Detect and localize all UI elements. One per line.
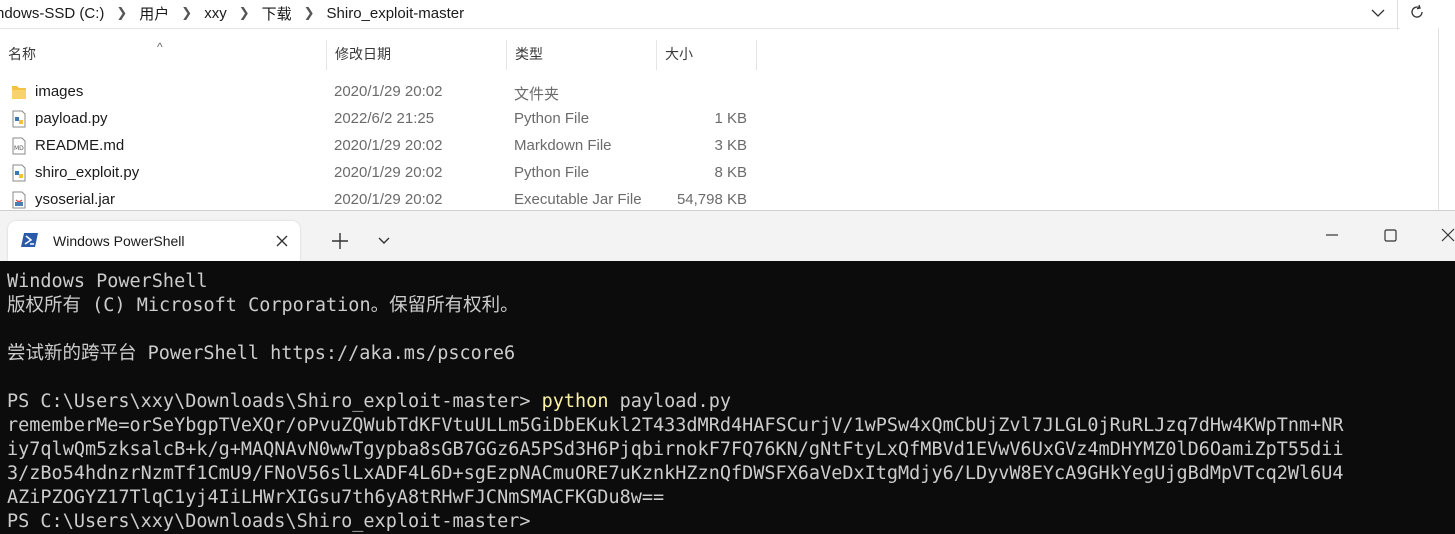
file-explorer: ndows-SSD (C:) ❯ 用户 ❯ xxy ❯ 下载 ❯ Shiro_e… bbox=[0, 0, 1455, 210]
column-header-size[interactable]: 大小 bbox=[657, 40, 757, 70]
file-name: README.md bbox=[35, 137, 125, 154]
column-header-type[interactable]: 类型 bbox=[507, 40, 657, 70]
console-output-line: 3/zBo54hdnzrNzmTf1CmU9/FNoV56slLxADF4L6D… bbox=[7, 463, 1344, 484]
divider bbox=[1397, 0, 1398, 30]
file-date: 2022/6/2 21:25 bbox=[334, 110, 435, 127]
column-header-type-label: 类型 bbox=[515, 46, 543, 62]
breadcrumb-separator-icon[interactable]: ❯ bbox=[177, 5, 196, 21]
terminal-tab-bar: Windows PowerShell bbox=[0, 210, 1455, 261]
breadcrumb-separator-icon[interactable]: ❯ bbox=[235, 5, 254, 21]
console-prompt-line: PS C:\Users\xxy\Downloads\Shiro_exploit-… bbox=[7, 511, 531, 532]
breadcrumb-users[interactable]: 用户 bbox=[131, 3, 177, 24]
console-output-line: rememberMe=orSeYbgpTVeXQr/oPvuZQWubTdKFV… bbox=[7, 415, 1344, 436]
close-icon[interactable] bbox=[1432, 225, 1455, 249]
jar-file-icon bbox=[12, 191, 26, 209]
refresh-icon[interactable] bbox=[1406, 3, 1428, 25]
chevron-down-icon[interactable] bbox=[374, 233, 394, 249]
breadcrumb-user[interactable]: xxy bbox=[196, 5, 235, 22]
close-tab-icon[interactable] bbox=[270, 229, 294, 253]
chevron-down-icon[interactable] bbox=[1368, 4, 1388, 24]
svg-text:MD: MD bbox=[14, 145, 24, 152]
file-row[interactable]: MD README.md 2020/1/29 20:02 Markdown Fi… bbox=[0, 134, 760, 161]
maximize-icon[interactable] bbox=[1374, 225, 1406, 249]
breadcrumb-current-folder[interactable]: Shiro_exploit-master bbox=[319, 5, 473, 22]
python-file-icon bbox=[12, 110, 26, 128]
file-name: images bbox=[35, 83, 84, 100]
address-bar[interactable]: ndows-SSD (C:) ❯ 用户 ❯ xxy ❯ 下载 ❯ Shiro_e… bbox=[0, 0, 1400, 29]
markdown-file-icon: MD bbox=[12, 137, 26, 155]
breadcrumb: ndows-SSD (C:) ❯ 用户 ❯ xxy ❯ 下载 ❯ Shiro_e… bbox=[0, 3, 472, 23]
file-row[interactable]: images 2020/1/29 20:02 文件夹 bbox=[0, 80, 760, 107]
plus-icon[interactable] bbox=[328, 229, 352, 253]
file-type: Python File bbox=[514, 110, 590, 127]
file-size: 8 KB bbox=[714, 164, 747, 181]
file-date: 2020/1/29 20:02 bbox=[334, 191, 443, 208]
column-header-date-label: 修改日期 bbox=[335, 46, 391, 62]
minimize-icon[interactable] bbox=[1316, 225, 1348, 249]
breadcrumb-drive[interactable]: ndows-SSD (C:) bbox=[0, 5, 112, 22]
file-size: 1 KB bbox=[714, 110, 747, 127]
console-command-line: PS C:\Users\xxy\Downloads\Shiro_exploit-… bbox=[7, 390, 1451, 414]
file-type: Markdown File bbox=[514, 137, 612, 154]
console-line: 尝试新的跨平台 PowerShell https://aka.ms/pscore… bbox=[7, 343, 516, 364]
file-type: 文件夹 bbox=[514, 86, 560, 103]
command-name: python bbox=[541, 391, 609, 412]
terminal-window: Windows PowerShell Windows PowerShell 版权… bbox=[0, 210, 1455, 534]
file-date: 2020/1/29 20:02 bbox=[334, 83, 443, 100]
file-name: payload.py bbox=[35, 110, 108, 127]
command-argument: payload.py bbox=[608, 391, 731, 412]
divider bbox=[1438, 28, 1439, 210]
python-file-icon bbox=[12, 164, 26, 182]
terminal-output[interactable]: Windows PowerShell 版权所有 (C) Microsoft Co… bbox=[7, 270, 1451, 534]
column-header-name[interactable]: 名称 ^ bbox=[0, 40, 327, 70]
file-row[interactable]: shiro_exploit.py 2020/1/29 20:02 Python … bbox=[0, 161, 760, 188]
file-size: 3 KB bbox=[714, 137, 747, 154]
file-name: shiro_exploit.py bbox=[35, 164, 140, 181]
column-header-date[interactable]: 修改日期 bbox=[327, 40, 507, 70]
tab-title: Windows PowerShell bbox=[53, 233, 185, 249]
prompt: PS C:\Users\xxy\Downloads\Shiro_exploit-… bbox=[7, 391, 542, 412]
breadcrumb-separator-icon[interactable]: ❯ bbox=[300, 5, 319, 21]
folder-icon bbox=[12, 86, 26, 99]
file-type: Python File bbox=[514, 164, 590, 181]
file-row[interactable]: payload.py 2022/6/2 21:25 Python File 1 … bbox=[0, 107, 760, 134]
file-date: 2020/1/29 20:02 bbox=[334, 164, 443, 181]
file-name: ysoserial.jar bbox=[35, 191, 116, 208]
console-line: 版权所有 (C) Microsoft Corporation。保留所有权利。 bbox=[7, 295, 519, 316]
file-date: 2020/1/29 20:02 bbox=[334, 137, 443, 154]
file-size: 54,798 KB bbox=[676, 191, 747, 208]
console-line: Windows PowerShell bbox=[7, 271, 208, 292]
file-row[interactable]: ysoserial.jar 2020/1/29 20:02 Executable… bbox=[0, 188, 760, 210]
powershell-icon bbox=[21, 233, 38, 247]
console-output-line: AZiPZOGYZ17TlqC1yj4IiLHWrXIGsu7th6yA8tRH… bbox=[7, 487, 665, 508]
column-header-size-label: 大小 bbox=[665, 46, 693, 62]
breadcrumb-separator-icon[interactable]: ❯ bbox=[112, 5, 131, 21]
sort-ascending-icon: ^ bbox=[157, 40, 163, 54]
console-output-line: iy7qlwQm5zksalcB+k/g+MAQNAvN0wwTgypba8sG… bbox=[7, 439, 1344, 460]
column-header-name-label: 名称 bbox=[8, 46, 36, 62]
breadcrumb-downloads[interactable]: 下载 bbox=[254, 3, 300, 24]
tab-windows-powershell[interactable]: Windows PowerShell bbox=[8, 221, 300, 261]
